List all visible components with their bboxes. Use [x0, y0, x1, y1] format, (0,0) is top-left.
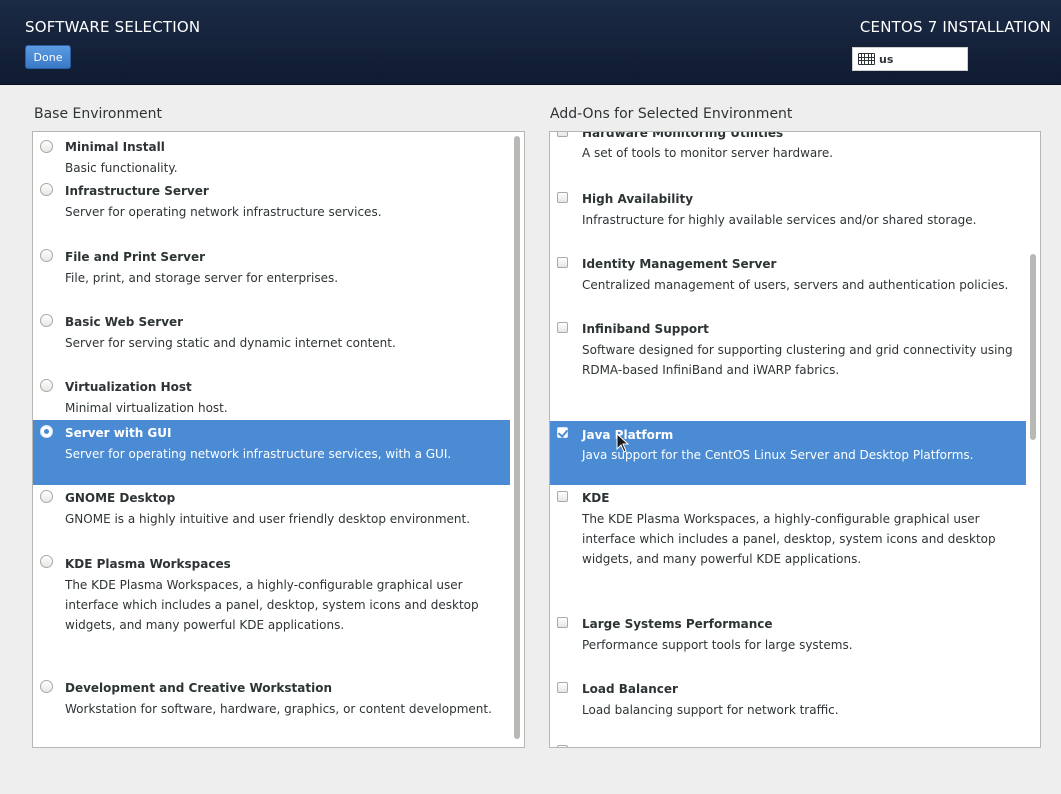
addon-item-title: Infiniband Support: [582, 322, 709, 336]
env-item-title: File and Print Server: [65, 250, 206, 264]
env-item-development-creative-workstation[interactable]: Development and Creative Workstation Wor…: [33, 675, 510, 747]
checkbox[interactable]: [557, 257, 568, 268]
addon-item-large-systems-performance[interactable]: Large Systems Performance Performance su…: [550, 611, 1026, 677]
base-environment-scrollbar[interactable]: [514, 136, 520, 739]
radio-button[interactable]: [40, 183, 53, 196]
base-environment-list[interactable]: Minimal Install Basic functionality. Inf…: [32, 131, 525, 748]
addon-item-desc: Load balancing support for network traff…: [582, 703, 839, 717]
addon-item-title: KDE: [582, 491, 610, 505]
addon-item-load-balancer[interactable]: Load Balancer Load balancing support for…: [550, 676, 1026, 742]
done-button[interactable]: Done: [25, 45, 71, 69]
radio-button[interactable]: [40, 490, 53, 503]
header-bar: SOFTWARE SELECTION Done CENTOS 7 INSTALL…: [0, 0, 1061, 85]
addons-scrollbar[interactable]: [1030, 254, 1036, 440]
radio-button[interactable]: [40, 314, 53, 327]
addon-item-desc: Java support for the CentOS Linux Server…: [582, 448, 974, 462]
env-item-desc: Server for operating network infrastruct…: [65, 447, 452, 461]
checkbox-checked[interactable]: [557, 427, 569, 438]
spoke-title: SOFTWARE SELECTION: [25, 18, 201, 36]
env-item-kde-plasma-workspaces[interactable]: KDE Plasma Workspaces The KDE Plasma Wor…: [33, 550, 510, 676]
addon-item-infiniband-support[interactable]: Infiniband Support Software designed for…: [550, 316, 1026, 420]
checkbox[interactable]: [557, 617, 568, 628]
addon-item-high-availability[interactable]: High Availability Infrastructure for hig…: [550, 186, 1026, 252]
checkbox[interactable]: [557, 745, 568, 747]
addon-item-desc: Performance support tools for large syst…: [582, 638, 853, 652]
addon-item-desc: Software designed for supporting cluster…: [582, 343, 1013, 377]
radio-button[interactable]: [40, 680, 53, 693]
radio-button[interactable]: [40, 140, 53, 153]
radio-button[interactable]: [40, 555, 53, 568]
addon-item-desc: The KDE Plasma Workspaces, a highly-conf…: [582, 512, 996, 566]
addon-item-identity-management[interactable]: Identity Management Server Centralized m…: [550, 251, 1026, 317]
base-environment-title: Base Environment: [34, 106, 162, 122]
keyboard-layout-label: us: [879, 52, 894, 66]
addon-item-hardware-monitoring[interactable]: Hardware Monitoring Utilities A set of t…: [550, 131, 1026, 168]
env-item-title: GNOME Desktop: [65, 491, 176, 505]
env-item-desc: Server for operating network infrastruct…: [65, 205, 382, 219]
addon-item-title: Large Systems Performance: [582, 617, 773, 631]
checkbox[interactable]: [557, 491, 568, 502]
env-item-desc: Server for serving static and dynamic in…: [65, 336, 396, 350]
addon-item-java-platform[interactable]: Java Platform Java support for the CentO…: [550, 421, 1026, 485]
env-item-desc: The KDE Plasma Workspaces, a highly-conf…: [65, 578, 479, 632]
addon-item-title: High Availability: [582, 192, 694, 206]
env-item-title: Basic Web Server: [65, 315, 184, 329]
env-item-desc: GNOME is a highly intuitive and user fri…: [65, 512, 471, 526]
env-item-title: Minimal Install: [65, 140, 165, 154]
env-item-desc: Basic functionality.: [65, 161, 178, 175]
env-item-gnome-desktop[interactable]: GNOME Desktop GNOME is a highly intuitiv…: [33, 485, 510, 549]
addon-item-title: Hardware Monitoring Utilities: [582, 131, 784, 140]
env-item-server-with-gui[interactable]: Server with GUI Server for operating net…: [33, 420, 510, 485]
env-item-infrastructure-server[interactable]: Infrastructure Server Server for operati…: [33, 178, 510, 244]
env-item-title: Development and Creative Workstation: [65, 681, 333, 695]
keyboard-layout-indicator[interactable]: us: [852, 47, 968, 71]
keyboard-icon: [858, 53, 875, 65]
mouse-pointer-icon: [616, 433, 630, 453]
env-item-title: Server with GUI: [65, 426, 172, 440]
addon-item-title: Load Balancer: [582, 682, 678, 696]
addons-list[interactable]: Hardware Monitoring Utilities A set of t…: [549, 131, 1041, 748]
addon-item-desc: Centralized management of users, servers…: [582, 278, 1009, 292]
addons-title: Add-Ons for Selected Environment: [550, 106, 793, 122]
env-item-minimal-install[interactable]: Minimal Install Basic functionality.: [33, 134, 510, 178]
addon-item-partial[interactable]: [550, 741, 1026, 747]
env-item-desc: Workstation for software, hardware, grap…: [65, 702, 492, 716]
env-item-title: KDE Plasma Workspaces: [65, 557, 231, 571]
checkbox[interactable]: [557, 682, 568, 693]
checkbox[interactable]: [557, 192, 568, 203]
installation-title: CENTOS 7 INSTALLATION: [859, 18, 1051, 36]
radio-button[interactable]: [40, 249, 53, 262]
env-item-title: Infrastructure Server: [65, 184, 209, 198]
addon-item-kde[interactable]: KDE The KDE Plasma Workspaces, a highly-…: [550, 485, 1026, 610]
addon-item-title: Identity Management Server: [582, 257, 777, 271]
env-item-desc: File, print, and storage server for ente…: [65, 271, 339, 285]
addon-item-desc: A set of tools to monitor server hardwar…: [582, 146, 834, 160]
addon-item-desc: Infrastructure for highly available serv…: [582, 213, 977, 227]
env-item-desc: Minimal virtualization host.: [65, 401, 228, 415]
env-item-virtualization-host[interactable]: Virtualization Host Minimal virtualizati…: [33, 374, 510, 419]
checkbox[interactable]: [557, 132, 568, 137]
radio-button[interactable]: [40, 379, 53, 392]
env-item-file-and-print-server[interactable]: File and Print Server File, print, and s…: [33, 244, 510, 310]
env-item-title: Virtualization Host: [65, 380, 192, 394]
checkbox[interactable]: [557, 322, 568, 333]
env-item-basic-web-server[interactable]: Basic Web Server Server for serving stat…: [33, 309, 510, 375]
radio-button-selected[interactable]: [40, 425, 53, 438]
